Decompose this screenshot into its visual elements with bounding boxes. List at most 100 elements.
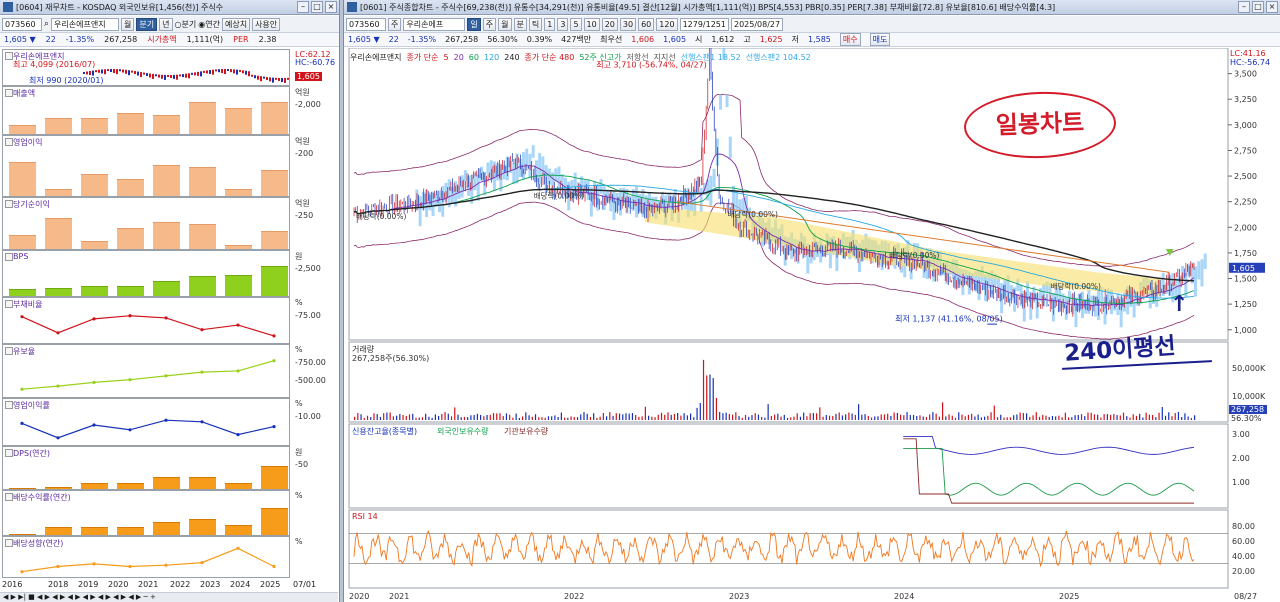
legend-item-8[interactable]: 52주 신고가: [579, 53, 621, 62]
period-button-0[interactable]: 일: [467, 17, 481, 31]
volume-bar: [735, 412, 737, 420]
estimate-button[interactable]: 예상치: [221, 17, 251, 31]
volume-bar: [654, 417, 656, 420]
maximize-icon[interactable]: □: [311, 1, 323, 13]
fin-panel-0[interactable]: 우리손에프앤지 최고 4,099 (2016/07) 최저 990 (2020/01…: [2, 49, 290, 86]
legend-item-10[interactable]: 지지선: [654, 53, 676, 62]
mini-candle: [182, 74, 184, 78]
toggle-month[interactable]: 월: [121, 17, 135, 31]
fin-panel-9[interactable]: 배당수익률(연간): [2, 490, 290, 536]
panel-chart-icon[interactable]: [5, 89, 13, 97]
legend-item-5[interactable]: 120: [484, 53, 499, 62]
fin-line-chart: [20, 359, 276, 391]
panel-chart-icon[interactable]: [5, 493, 13, 501]
panel-chart-icon[interactable]: [5, 253, 13, 261]
fin-unit: %: [295, 345, 303, 354]
fin-panel-7[interactable]: 영업이익률: [2, 398, 290, 446]
ichimoku-cloud: [596, 183, 600, 211]
period-button-9[interactable]: 20: [601, 17, 618, 31]
panel-chart-icon[interactable]: [5, 200, 13, 208]
close-icon[interactable]: ×: [325, 1, 337, 13]
fin-panel-4[interactable]: BPS: [2, 250, 290, 297]
fin-panel-10[interactable]: 배당성향(연간): [2, 536, 290, 578]
mini-candle: [161, 74, 163, 79]
period-button-2[interactable]: 월: [498, 17, 512, 31]
ichimoku-cloud: [599, 179, 603, 194]
period-button-12[interactable]: 120: [656, 17, 678, 31]
stock-chart-svg[interactable]: 3,500 3,250 3,000 2,750 2,500 2,250 2,000 1,750…: [344, 35, 1280, 602]
fin-panel-3[interactable]: 당기순이익: [2, 197, 290, 250]
legend-item-9[interactable]: 저항선: [627, 53, 649, 62]
type-select[interactable]: 주: [388, 17, 402, 31]
volume-bar: [538, 417, 540, 420]
close-icon[interactable]: ×: [1266, 1, 1278, 13]
period-button-5[interactable]: 1: [544, 17, 556, 31]
sell-button[interactable]: 매도: [869, 33, 891, 46]
fin-axis: % -75.00: [292, 297, 338, 344]
legend-item-0[interactable]: 우리손에프앤지: [350, 53, 402, 62]
period-button-7[interactable]: 5: [570, 17, 582, 31]
fin-bar: [117, 179, 144, 196]
period-button-8[interactable]: 10: [583, 17, 600, 31]
ichimoku-cloud: [712, 168, 716, 188]
mini-candle: [230, 69, 232, 73]
volume-bar: [512, 417, 514, 420]
period-button-11[interactable]: 60: [638, 17, 655, 31]
use-button[interactable]: 사용안: [252, 17, 281, 31]
volume-bar: [515, 413, 517, 420]
radio-quarter[interactable]: ○분기: [175, 19, 197, 30]
minimize-icon[interactable]: –: [297, 1, 309, 13]
legend-item-4[interactable]: 60: [469, 53, 479, 62]
fin-panel-8[interactable]: DPS(연간): [2, 446, 290, 490]
toggle-quarter[interactable]: 분기: [136, 17, 158, 31]
stock-code-input[interactable]: 073560: [346, 17, 386, 31]
fin-point: [128, 378, 132, 382]
fin-point: [272, 334, 276, 338]
legend-item-2[interactable]: 5: [444, 53, 449, 62]
stock-code-input[interactable]: 073560: [2, 17, 42, 31]
toggle-year[interactable]: 년: [159, 17, 173, 31]
volume-bar: [1181, 417, 1183, 420]
panel-chart-icon[interactable]: [5, 138, 13, 146]
search-icon[interactable]: ⌕: [44, 19, 49, 29]
legend-item-3[interactable]: 20: [454, 53, 464, 62]
date-field[interactable]: 2025/08/27: [730, 17, 784, 31]
mini-candle: [257, 75, 259, 80]
period-button-1[interactable]: 주: [482, 17, 497, 31]
mini-candle: [125, 69, 127, 74]
volume-bar: [576, 417, 579, 420]
volume-value: 267,258: [445, 35, 479, 44]
volume-bar: [454, 407, 456, 420]
radio-annual[interactable]: ◉연간: [198, 19, 220, 30]
legend-item-7[interactable]: 종가 단순 480: [525, 53, 575, 62]
legend-item-12[interactable]: 선행스팬2 104.52: [746, 53, 811, 62]
volume-bar: [415, 417, 417, 420]
volume-bar: [728, 414, 730, 420]
stock-name-field[interactable]: 우리손에프앤지: [51, 17, 120, 31]
period-button-6[interactable]: 3: [557, 17, 569, 31]
panel-chart-icon[interactable]: [5, 449, 13, 457]
fin-tick: -10.00: [295, 412, 321, 421]
period-button-3[interactable]: 분: [513, 17, 527, 31]
fin-panel-5[interactable]: 부채비율: [2, 297, 290, 344]
period-button-4[interactable]: 틱: [528, 17, 543, 31]
left-scroll-bar[interactable]: ◀ ▶ ▶| ■ ◀ ▶ ◀ ▶ ◀ ▶ ◀ ▶ ◀ ▶ ◀ ▶ ◀ ▶ ─ +: [0, 592, 338, 602]
bar-count-field[interactable]: 1279/1251: [679, 17, 729, 31]
price-axis-label: 1,250: [1234, 300, 1257, 309]
fin-panel-6[interactable]: 유보율: [2, 344, 290, 398]
maximize-icon[interactable]: □: [1252, 1, 1264, 13]
volume-bar: [396, 415, 398, 420]
buy-button[interactable]: 매수: [839, 33, 861, 46]
legend-item-6[interactable]: 240: [504, 53, 519, 62]
mini-candle: [197, 71, 199, 76]
fin-panel-1[interactable]: 매출액: [2, 86, 290, 135]
chart-area[interactable]: 3,500 3,250 3,000 2,750 2,500 2,250 2,000 1,750…: [344, 35, 1280, 602]
legend-item-1[interactable]: 종가 단순: [407, 53, 439, 62]
minimize-icon[interactable]: –: [1238, 1, 1250, 13]
volume-bar: [764, 417, 766, 420]
stock-name-field[interactable]: 우리손에프: [403, 17, 466, 31]
period-button-10[interactable]: 30: [619, 17, 637, 31]
legend-item-11[interactable]: 선행스팬1 18.52: [681, 53, 741, 62]
fin-panel-2[interactable]: 영업이익: [2, 135, 290, 197]
fin-point: [92, 562, 96, 566]
